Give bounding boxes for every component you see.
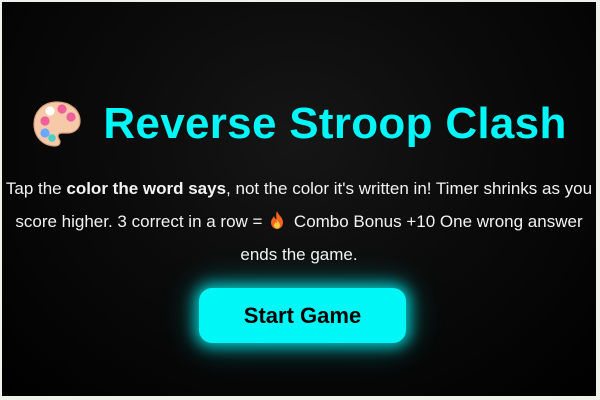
instructions-emphasis: color the word says [66,179,227,198]
game-screen: Reverse Stroop Clash Tap the color the w… [2,2,596,396]
start-game-button[interactable]: Start Game [199,288,406,343]
palette-icon [33,101,81,147]
instructions-part-1: Tap the [5,179,67,198]
instructions-text: Tap the color the word says, not the col… [2,172,596,271]
instructions-part-3: Combo Bonus +10 One wrong answer ends th… [240,212,583,264]
fire-icon [271,211,284,229]
game-title: Reverse Stroop Clash [103,99,567,148]
title-row: Reverse Stroop Clash [2,98,596,150]
